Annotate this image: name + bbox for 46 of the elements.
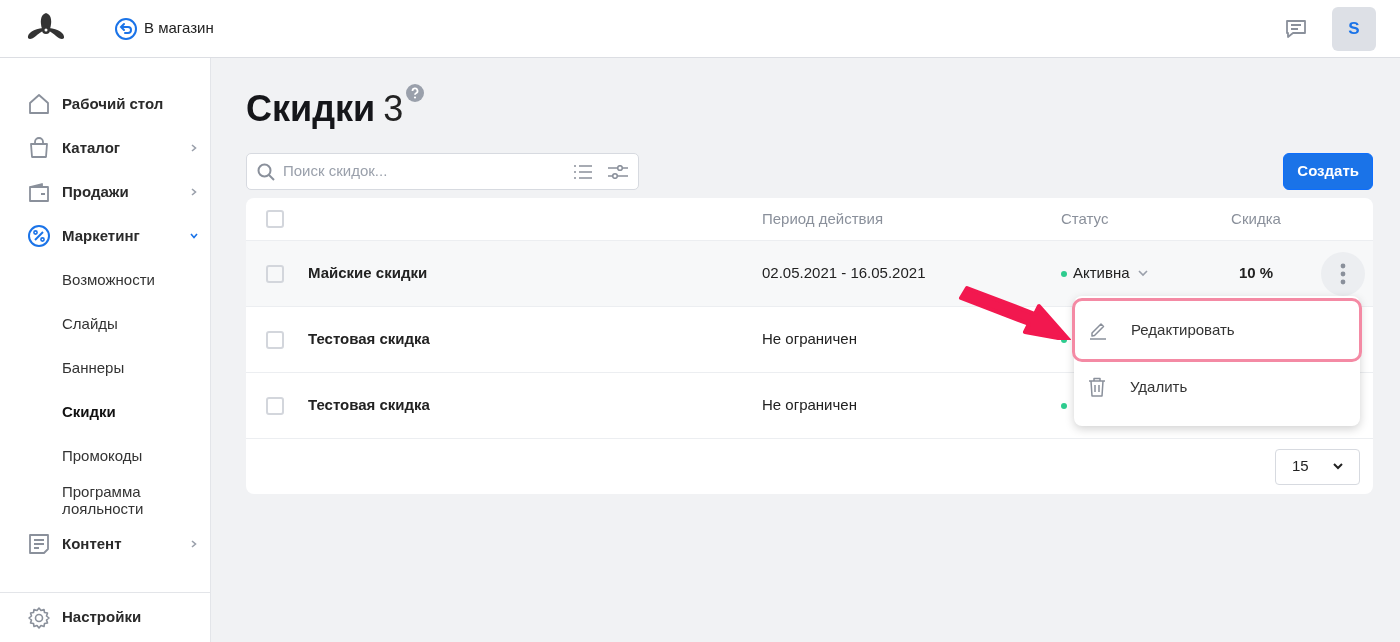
search-field[interactable]: Поиск скидок...	[246, 153, 639, 190]
back-to-store-link[interactable]: В магазин	[114, 16, 214, 41]
chevron-down-icon	[1137, 270, 1148, 277]
nav-subitem[interactable]: Скидки	[0, 390, 210, 434]
settings-nav-item[interactable]: Настройки	[0, 592, 210, 642]
nav-subitem[interactable]: Слайды	[0, 302, 210, 346]
discount-name: Тестовая скидка	[308, 330, 430, 348]
more-icon[interactable]	[1321, 251, 1365, 296]
status-header: Статус	[1061, 209, 1109, 227]
row-checkbox[interactable]	[266, 330, 284, 349]
page-title: Скидки	[246, 87, 376, 131]
settings-icon	[27, 605, 51, 630]
help-icon[interactable]	[406, 84, 425, 102]
period-header: Период действия	[762, 209, 884, 227]
status-dropdown[interactable]: Активна	[1073, 262, 1148, 285]
nav-item[interactable]: Продажи	[0, 170, 210, 214]
filter-icon[interactable]	[608, 164, 628, 179]
create-button[interactable]: Создать	[1283, 153, 1373, 190]
table-row[interactable]: Майские скидки 02.05.2021 - 16.05.2021 Активна 10 %	[246, 241, 1373, 307]
select-all-checkbox[interactable]	[266, 210, 284, 228]
nav-subitem[interactable]: Промокоды	[0, 434, 210, 478]
discount-count: 3	[383, 87, 404, 131]
page-size-select[interactable]: 15	[1275, 448, 1360, 485]
row-checkbox[interactable]	[266, 264, 284, 283]
discount-name: Тестовая скидка	[308, 396, 430, 414]
trash-icon	[1088, 377, 1106, 397]
nav-item[interactable]: Рабочий стол	[0, 82, 210, 126]
nav-item[interactable]: Каталог	[0, 126, 210, 170]
period-cell: Не ограничен	[762, 330, 857, 348]
discount-value: 10 %	[1238, 264, 1274, 282]
search-icon	[257, 162, 275, 181]
discount-header: Скидка	[1231, 209, 1281, 227]
nav-subitem[interactable]: Баннеры	[0, 346, 210, 390]
pencil-icon	[1089, 320, 1107, 340]
discount-name: Майские скидки	[308, 264, 428, 282]
nav-subitem[interactable]: Возможности	[0, 258, 210, 302]
menu-item[interactable]: Удалить	[1074, 362, 1360, 412]
list-icon[interactable]	[574, 164, 592, 179]
period-cell: Не ограничен	[762, 396, 857, 414]
row-checkbox[interactable]	[266, 396, 284, 415]
period-cell: 02.05.2021 - 16.05.2021	[762, 264, 926, 282]
nav-item[interactable]: Контент	[0, 522, 210, 566]
nav-item[interactable]: Маркетинг	[0, 214, 210, 258]
menu-item[interactable]: Редактировать	[1072, 298, 1362, 362]
chevron-down-icon	[1333, 463, 1343, 470]
nav-subitem[interactable]: Программа лояльности	[0, 478, 160, 522]
